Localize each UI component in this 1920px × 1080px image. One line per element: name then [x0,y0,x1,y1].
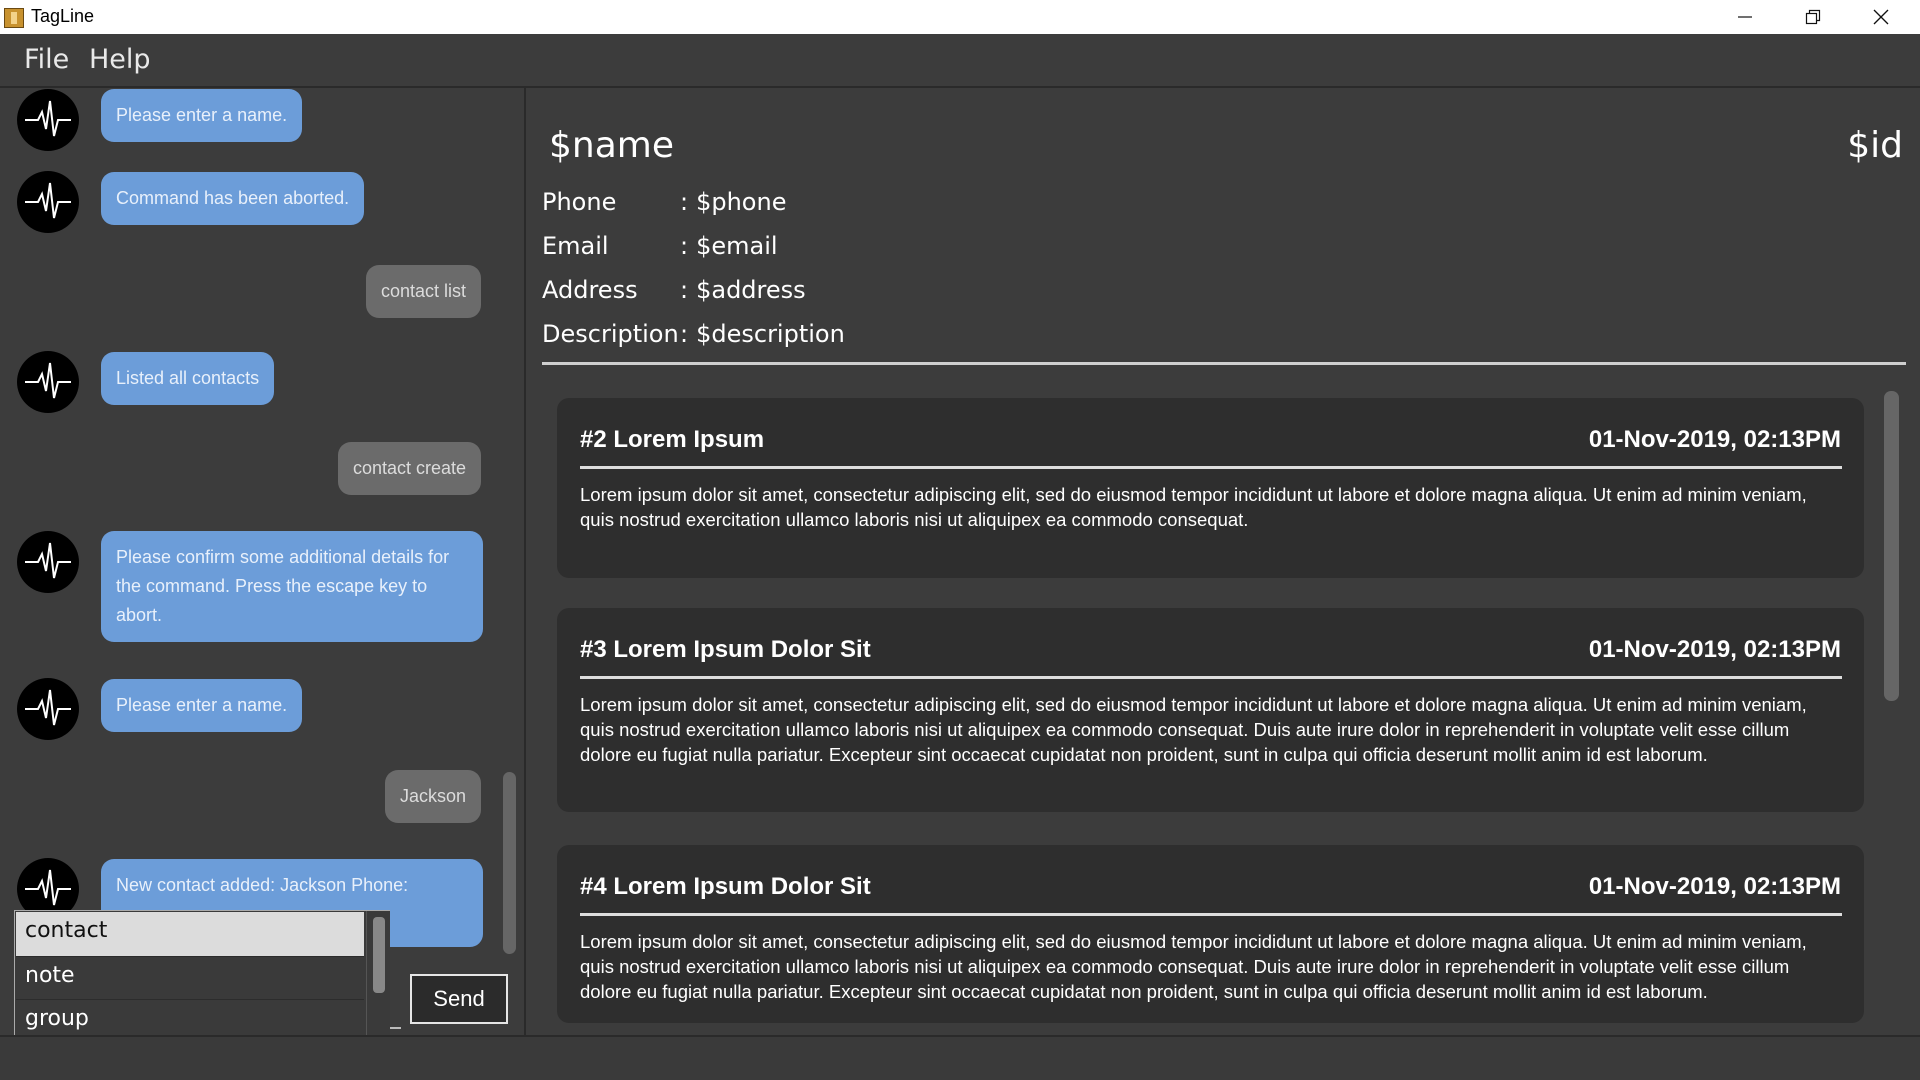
contact-field-phone: Phone: $phone [542,188,786,216]
menu-help[interactable]: Help [89,44,151,75]
bot-avatar [17,89,79,151]
field-separator: : [680,232,689,260]
close-button[interactable] [1848,0,1914,34]
field-label: Description [542,320,679,348]
note-title: #4 Lorem Ipsum Dolor Sit [580,873,871,900]
note-body: Lorem ipsum dolor sit amet, consectetur … [580,694,1807,765]
chat-message-user: contact list [365,265,481,318]
status-bar [0,1035,1920,1080]
menu-bar: File Help [0,34,1920,88]
app-logo-icon [4,8,24,28]
chat-message-user: Jackson [384,770,481,823]
note-date: 01-Nov-2019, 02:13PM [1588,426,1841,453]
heartbeat-icon [25,689,71,726]
heartbeat-icon [25,182,71,219]
note-card[interactable]: #3 Lorem Ipsum Dolor Sit 01-Nov-2019, 02… [557,608,1864,812]
contact-id: $id [1847,125,1903,166]
note-card[interactable]: #2 Lorem Ipsum 01-Nov-2019, 02:13PM Lore… [557,398,1864,578]
heartbeat-icon [25,362,71,399]
autocomplete-scroll-thumb[interactable] [373,917,385,993]
chat-panel: Please enter a name. Command has been ab… [0,88,526,1035]
autocomplete-item-contact[interactable]: contact [16,912,364,956]
contact-field-email: Email: $email [542,232,778,260]
chat-message: Please enter a name. [101,89,303,142]
field-separator: : [680,320,689,348]
send-button[interactable]: Send [410,974,508,1024]
note-title: #2 Lorem Ipsum [580,426,765,453]
chat-message-user: contact create [337,442,481,495]
field-value: $description [696,320,845,348]
heartbeat-icon [25,542,71,579]
chat-message: Please confirm some additional details f… [101,531,483,642]
title-bar: TagLine [0,0,1920,34]
contact-details-panel: $name $id Phone: $phone Email: $email Addr… [528,88,1920,1035]
bot-avatar [17,678,79,740]
note-body: Lorem ipsum dolor sit amet, consectetur … [580,931,1807,1002]
restore-icon [1805,9,1821,25]
note-divider [580,466,1842,469]
chat-message: Listed all contacts [101,352,275,405]
bot-avatar [17,171,79,233]
chat-message: Command has been aborted. [101,172,365,225]
field-separator: : [680,276,689,304]
menu-file[interactable]: File [24,44,69,75]
minimize-icon [1738,16,1752,18]
note-body: Lorem ipsum dolor sit amet, consectetur … [580,484,1807,530]
field-value: $phone [696,188,787,216]
note-title: #3 Lorem Ipsum Dolor Sit [580,636,871,663]
note-divider [580,913,1842,916]
chat-message: Please enter a name. [101,679,303,732]
note-date: 01-Nov-2019, 02:13PM [1588,873,1841,900]
close-icon [1873,9,1889,25]
contact-name: $name [549,125,674,166]
window-title: TagLine [31,6,95,26]
field-value: $email [696,232,778,260]
note-card[interactable]: #4 Lorem Ipsum Dolor Sit 01-Nov-2019, 02… [557,845,1864,1023]
field-label: Email [542,232,609,260]
restore-button[interactable] [1780,0,1846,34]
minimize-button[interactable] [1712,0,1778,34]
chat-scrollbar[interactable] [503,772,516,954]
field-separator: : [680,188,689,216]
field-label: Address [542,276,638,304]
details-divider [542,362,1906,365]
contact-field-description: Description: $description [542,320,845,348]
field-value: $address [696,276,806,304]
note-date: 01-Nov-2019, 02:13PM [1588,636,1841,663]
autocomplete-item-note[interactable]: note [16,957,364,1001]
bot-avatar [17,351,79,413]
field-label: Phone [542,188,617,216]
notes-scrollbar[interactable] [1884,391,1899,701]
bot-avatar [17,531,79,593]
note-divider [580,676,1842,679]
heartbeat-icon [25,100,71,137]
contact-field-address: Address: $address [542,276,806,304]
